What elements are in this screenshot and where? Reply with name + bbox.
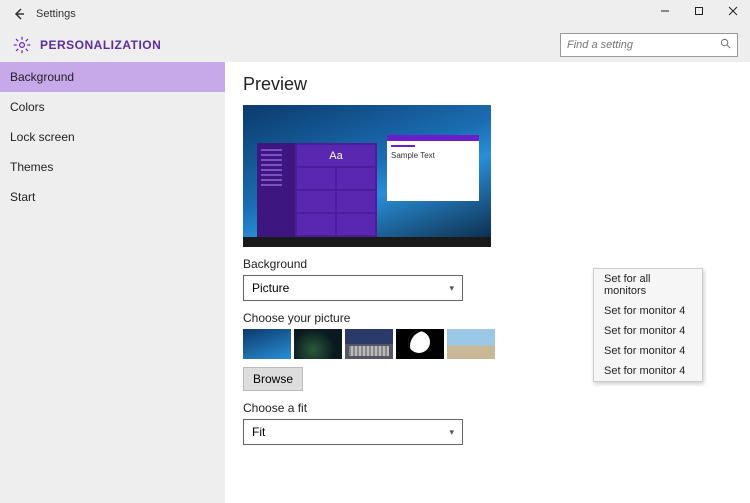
- sidebar-item-label: Colors: [10, 100, 45, 114]
- chevron-down-icon: ▾: [449, 283, 454, 294]
- sidebar-item-start[interactable]: Start: [0, 182, 225, 212]
- browse-button[interactable]: Browse: [243, 367, 303, 391]
- browse-button-label: Browse: [253, 372, 293, 386]
- picture-thumb-5[interactable]: [447, 329, 495, 359]
- picture-thumb-2[interactable]: [294, 329, 342, 359]
- sidebar-item-label: Lock screen: [10, 130, 75, 144]
- sidebar-item-label: Background: [10, 70, 74, 84]
- page-heading: PERSONALIZATION: [40, 38, 161, 52]
- header-row: PERSONALIZATION: [0, 28, 750, 62]
- window-title: Settings: [36, 8, 76, 20]
- gear-icon: [12, 35, 32, 55]
- search-box[interactable]: [560, 33, 738, 57]
- context-menu-item-monitor[interactable]: Set for monitor 4: [594, 301, 702, 321]
- window-controls: [648, 0, 750, 22]
- search-input[interactable]: [567, 39, 720, 51]
- background-dropdown-value: Picture: [252, 281, 289, 295]
- fit-dropdown-value: Fit: [252, 425, 265, 439]
- sidebar-item-label: Themes: [10, 160, 53, 174]
- background-dropdown[interactable]: Picture ▾: [243, 275, 463, 301]
- title-bar: Settings: [0, 0, 750, 28]
- sample-text: Sample Text: [391, 151, 475, 160]
- context-menu-item-all-monitors[interactable]: Set for all monitors: [594, 269, 702, 301]
- back-button[interactable]: [10, 5, 28, 23]
- preview-sample-window: Sample Text: [387, 135, 479, 201]
- context-menu-item-monitor[interactable]: Set for monitor 4: [594, 321, 702, 341]
- sidebar-item-lock-screen[interactable]: Lock screen: [0, 122, 225, 152]
- picture-thumbnails: [243, 329, 495, 359]
- content-area: Preview Aa Sample Text: [225, 62, 750, 503]
- context-menu-item-monitor[interactable]: Set for monitor 4: [594, 341, 702, 361]
- picture-thumb-4[interactable]: [396, 329, 444, 359]
- preview-tile-aa: Aa: [297, 145, 375, 166]
- search-icon: [720, 38, 731, 52]
- sidebar-item-background[interactable]: Background: [0, 62, 225, 92]
- minimize-button[interactable]: [648, 0, 682, 22]
- preview-taskbar: [243, 237, 491, 247]
- arrow-left-icon: [12, 7, 26, 21]
- preview-start-menu: Aa: [257, 143, 377, 237]
- choose-fit-label: Choose a fit: [243, 401, 750, 415]
- sidebar: Background Colors Lock screen Themes Sta…: [0, 62, 225, 503]
- picture-thumb-1[interactable]: [243, 329, 291, 359]
- context-menu: Set for all monitors Set for monitor 4 S…: [593, 268, 703, 382]
- sidebar-item-themes[interactable]: Themes: [0, 152, 225, 182]
- context-menu-item-monitor[interactable]: Set for monitor 4: [594, 361, 702, 381]
- picture-thumb-3[interactable]: [345, 329, 393, 359]
- fit-dropdown[interactable]: Fit ▾: [243, 419, 463, 445]
- preview-pane: Aa Sample Text: [243, 105, 491, 247]
- preview-title: Preview: [243, 74, 750, 95]
- sidebar-item-label: Start: [10, 190, 35, 204]
- chevron-down-icon: ▾: [449, 427, 454, 438]
- maximize-button[interactable]: [682, 0, 716, 22]
- sidebar-item-colors[interactable]: Colors: [0, 92, 225, 122]
- close-button[interactable]: [716, 0, 750, 22]
